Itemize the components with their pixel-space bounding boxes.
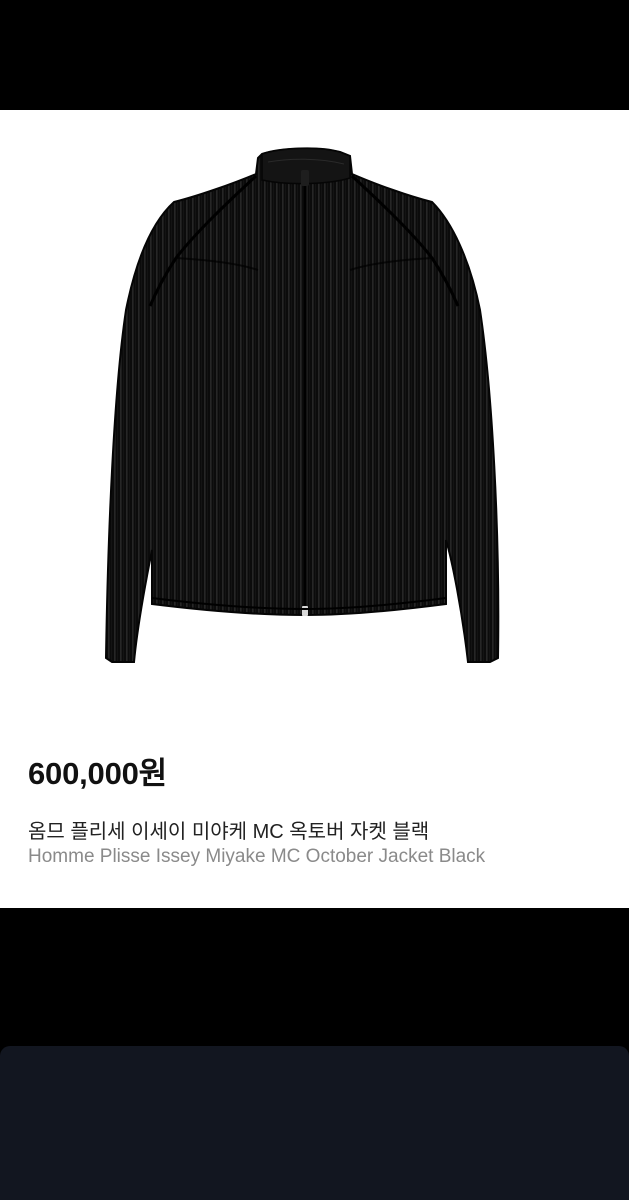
product-price: 600,000원 xyxy=(28,756,167,791)
top-black-band xyxy=(0,0,629,110)
product-title-korean: 옴므 플리세 이세이 미야케 MC 옥토버 자켓 블랙 xyxy=(28,821,430,843)
jacket-body xyxy=(104,147,500,663)
product-title-english: Homme Plisse Issey Miyake MC October Jac… xyxy=(28,846,486,867)
lower-black-area xyxy=(0,908,629,1048)
product-card[interactable]: 600,000원 옴므 플리세 이세이 미야케 MC 옥토버 자켓 블랙 Hom… xyxy=(0,110,629,908)
bottom-panel xyxy=(0,1046,629,1200)
product-image[interactable] xyxy=(0,110,629,710)
